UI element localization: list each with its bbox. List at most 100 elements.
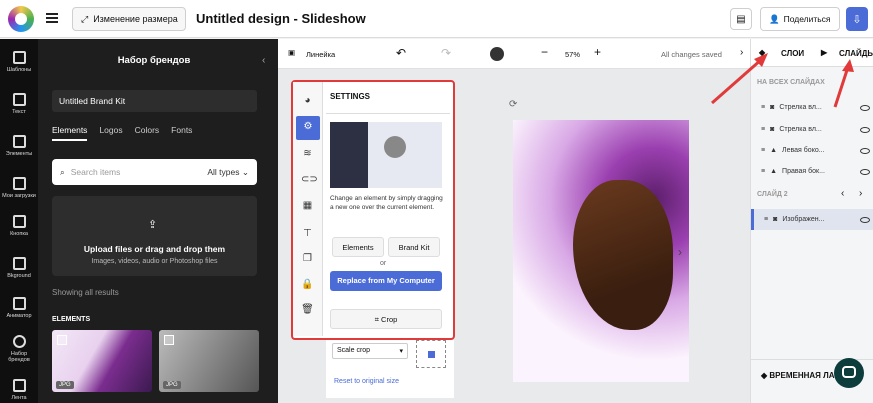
menu-icon[interactable] xyxy=(46,13,58,23)
search-placeholder: Search items xyxy=(70,167,121,177)
upload-icon: ⇪ xyxy=(148,219,158,231)
timeline-toggle[interactable]: ◆ ВРЕМЕННАЯ ЛА xyxy=(761,371,835,380)
rotate-icon[interactable]: ⟳ xyxy=(509,99,517,110)
drag-handle-icon[interactable]: ≡ xyxy=(761,168,765,175)
chevron-left-icon[interactable]: ‹ xyxy=(841,188,844,199)
eye-icon[interactable] xyxy=(860,147,870,154)
crop-label: Crop xyxy=(381,315,398,324)
tab-logos[interactable]: Logos xyxy=(99,125,122,141)
camera-icon: ◙ xyxy=(770,126,775,133)
play-icon[interactable] xyxy=(490,47,504,61)
chevron-right-icon[interactable]: › xyxy=(859,188,862,199)
redo-icon[interactable]: ↷ xyxy=(441,46,451,60)
help-chat-button[interactable] xyxy=(834,358,864,388)
download-icon: ⇩ xyxy=(852,13,862,26)
crop-button[interactable]: ⌗ Crop xyxy=(330,309,442,329)
rail-animator[interactable]: Аниматор xyxy=(0,297,38,319)
type-filter[interactable]: All types ⌄ xyxy=(207,167,249,178)
rail-templates[interactable]: Шаблоны xyxy=(0,51,38,73)
chat-icon xyxy=(842,366,856,378)
rail-feed[interactable]: Лента xyxy=(0,379,38,401)
tab-colors[interactable]: Colors xyxy=(135,125,160,141)
comment-button[interactable]: ▤ xyxy=(730,8,752,30)
upload-title: Upload files or drag and drop them xyxy=(83,244,226,254)
ruler-icon[interactable]: ▣ xyxy=(288,48,295,57)
arrow-head xyxy=(842,59,854,72)
timeline-icon: ◆ xyxy=(761,371,768,380)
layers-icon[interactable]: ≋ xyxy=(301,148,314,161)
gear-icon[interactable]: ⚙ xyxy=(296,116,320,140)
trash-icon[interactable]: 🗑 xyxy=(301,304,314,317)
rail-button[interactable]: Кнопка xyxy=(0,215,38,237)
zoom-out-icon[interactable]: − xyxy=(541,45,548,59)
slide-canvas[interactable] xyxy=(513,120,689,382)
search-icon: ⌕ xyxy=(60,166,65,177)
thumb-checkbox[interactable] xyxy=(164,335,174,345)
document-title[interactable]: Untitled design - Slideshow xyxy=(196,11,366,26)
upload-subtitle: Images, videos, audio or Photoshop files xyxy=(91,258,218,265)
tab-fonts[interactable]: Fonts xyxy=(171,125,192,141)
rail-label: Шаблоны xyxy=(6,67,32,73)
element-thumb[interactable]: JPG xyxy=(52,330,152,392)
upload-dropzone[interactable]: ⇪ Upload files or drag and drop them Ima… xyxy=(52,196,257,276)
palette-icon[interactable]: ◕ xyxy=(301,95,314,108)
brand-kit-name[interactable]: Untitled Brand Kit xyxy=(52,90,257,112)
ruler-label[interactable]: Линейка xyxy=(306,50,335,59)
tab-elements[interactable]: Elements xyxy=(52,125,88,141)
replace-from-computer-button[interactable]: Replace from My Computer xyxy=(330,271,442,291)
drag-handle-icon[interactable]: ≡ xyxy=(761,147,765,154)
file-type-badge: JPG xyxy=(56,381,74,389)
duplicate-icon[interactable]: ❐ xyxy=(301,253,314,266)
download-button[interactable]: ⇩ xyxy=(846,7,868,31)
link-icon[interactable]: ⊂⊃ xyxy=(301,174,318,187)
eye-icon[interactable] xyxy=(860,126,870,133)
film-icon[interactable]: ▦ xyxy=(301,200,314,213)
rail-label: Bkground xyxy=(7,273,31,279)
arrow-to-layers xyxy=(711,57,763,105)
rail-label: Элементы xyxy=(5,151,33,157)
thumb-checkbox[interactable] xyxy=(57,335,67,345)
rail-brand-kit[interactable]: Набор брендов xyxy=(0,335,38,363)
layer-row-selected[interactable]: ≡ ◙ Изображен... xyxy=(751,209,873,230)
chevron-down-icon: ⌄ xyxy=(241,166,249,177)
results-status: Showing all results xyxy=(52,288,119,297)
illustration-avatar xyxy=(384,136,406,158)
layer-row[interactable]: ≡ ◙ Стрелка вл... xyxy=(751,119,873,140)
collapse-icon[interactable]: ‹ xyxy=(262,55,265,66)
resize-button[interactable]: ⤢ Изменение размера xyxy=(72,7,186,31)
drag-handle-icon[interactable]: ≡ xyxy=(764,216,768,223)
rail-elements[interactable]: Элементы xyxy=(0,135,38,157)
resize-label: Изменение размера xyxy=(93,14,178,24)
resize-icon: ⤢ xyxy=(81,13,89,24)
anchor-grid[interactable] xyxy=(416,340,446,368)
type-filter-label: All types xyxy=(207,166,240,177)
scale-crop-select[interactable]: Scale crop ▾ xyxy=(332,343,408,359)
rail-uploads[interactable]: Мои загрузки xyxy=(0,177,38,199)
anchor-center[interactable] xyxy=(428,351,435,358)
upload-icon xyxy=(12,177,26,190)
text-icon xyxy=(12,93,26,106)
element-thumb[interactable]: JPG xyxy=(159,330,259,392)
eye-icon[interactable] xyxy=(860,168,870,175)
paint-roller-icon[interactable]: ⊤ xyxy=(301,228,314,241)
lock-icon[interactable]: 🔒 xyxy=(301,279,314,292)
chevron-right-icon[interactable]: › xyxy=(678,245,682,259)
settings-body: SETTINGS Change an element by simply dra… xyxy=(326,82,450,336)
zoom-in-icon[interactable]: + xyxy=(594,45,601,59)
brand-kit-button[interactable]: Brand Kit xyxy=(388,237,440,257)
layer-row[interactable]: ≡ ▲ Правая бок... xyxy=(751,161,873,182)
drag-handle-icon[interactable]: ≡ xyxy=(761,126,765,133)
layer-name: Стрелка вл... xyxy=(779,126,822,133)
rail-text[interactable]: Текст xyxy=(0,93,38,115)
reset-size-link[interactable]: Reset to original size xyxy=(334,378,399,385)
undo-icon[interactable]: ↶ xyxy=(396,46,406,60)
app-logo[interactable] xyxy=(8,6,34,32)
eye-icon[interactable] xyxy=(860,216,870,223)
brand-panel: Набор брендов ‹ Untitled Brand Kit Eleme… xyxy=(38,39,278,403)
brand-icon xyxy=(12,335,26,348)
rail-background[interactable]: Bkground xyxy=(0,257,38,279)
elements-button[interactable]: Elements xyxy=(332,237,384,257)
layer-row[interactable]: ≡ ▲ Левая боко... xyxy=(751,140,873,161)
share-button[interactable]: 👤 Поделиться xyxy=(760,7,840,31)
search-input[interactable]: ⌕ Search items All types ⌄ xyxy=(52,159,257,185)
